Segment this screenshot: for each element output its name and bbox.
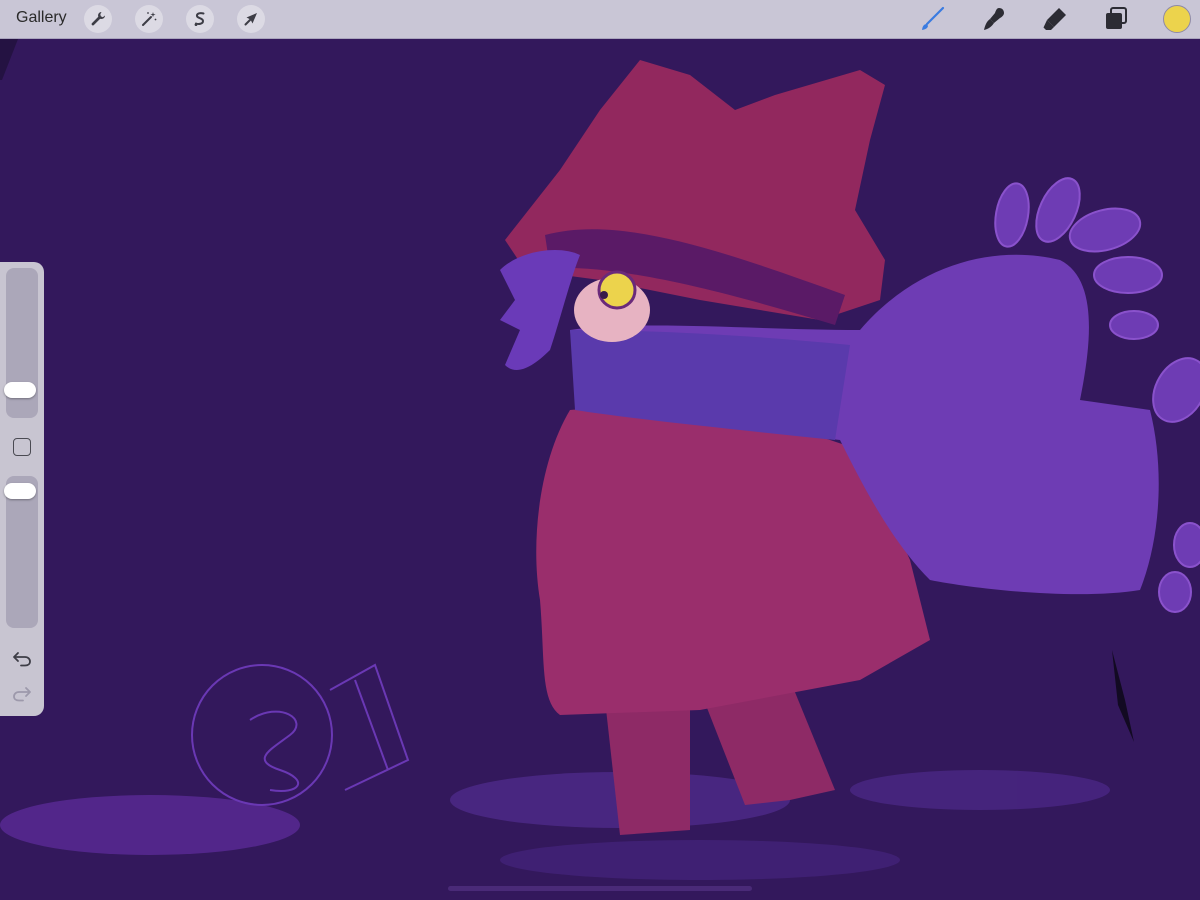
undo-icon[interactable]	[11, 647, 33, 669]
brush-sidebar	[0, 262, 44, 716]
smudge-icon	[984, 8, 1004, 30]
brush-tool-button[interactable]	[918, 5, 946, 33]
brush-size-slider[interactable]	[4, 268, 38, 418]
modify-square-icon[interactable]	[13, 438, 31, 456]
character-eye	[597, 270, 637, 310]
smudge-tool-button[interactable]	[980, 5, 1008, 33]
opacity-slider[interactable]	[4, 476, 38, 628]
adjustments-button[interactable]	[135, 5, 163, 33]
eraser-icon	[1043, 8, 1066, 30]
layers-button[interactable]	[1102, 5, 1130, 33]
brush-icon	[922, 6, 945, 30]
selection-button[interactable]	[186, 5, 214, 33]
actions-button[interactable]	[84, 5, 112, 33]
top-toolbar: Gallery	[0, 0, 1200, 39]
redo-icon[interactable]	[11, 682, 33, 704]
wrench-icon	[91, 12, 105, 26]
selection-icon	[194, 12, 205, 26]
brush-size-thumb[interactable]	[4, 382, 36, 398]
layers-icon	[1106, 7, 1127, 29]
transform-button[interactable]	[237, 5, 265, 33]
gallery-button[interactable]: Gallery	[16, 9, 67, 27]
color-picker-button[interactable]	[1163, 5, 1191, 33]
eye-pupil	[600, 291, 608, 299]
transform-icon	[244, 13, 257, 26]
drawing-canvas[interactable]	[0, 39, 1200, 900]
eraser-tool-button[interactable]	[1041, 5, 1069, 33]
opacity-thumb[interactable]	[4, 483, 36, 499]
magic-wand-icon	[142, 12, 157, 26]
home-indicator	[448, 886, 752, 891]
